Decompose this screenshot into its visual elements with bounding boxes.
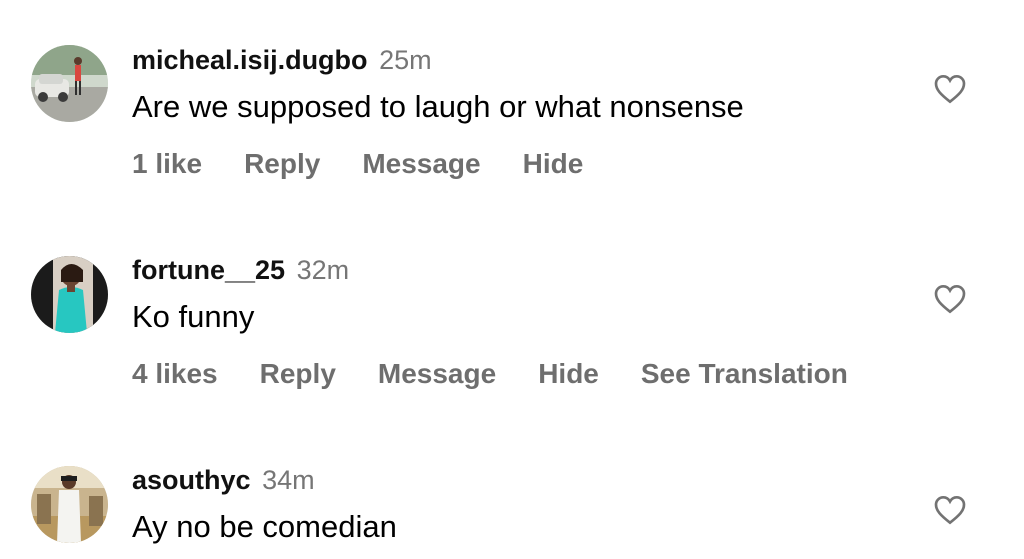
see-translation-button[interactable]: See Translation xyxy=(641,357,848,391)
hide-button[interactable]: Hide xyxy=(538,357,599,391)
comment-username[interactable]: asouthyc xyxy=(132,465,251,495)
comment-username[interactable]: fortune__25 xyxy=(132,255,285,285)
comment-text: Ay no be comedian xyxy=(132,509,397,544)
comment-time: 34m xyxy=(262,465,315,495)
message-button[interactable]: Message xyxy=(378,357,496,391)
avatar[interactable] xyxy=(31,256,108,333)
likes-count[interactable]: 4 likes xyxy=(132,357,218,391)
reply-button[interactable]: Reply xyxy=(260,357,336,391)
comment-time: 32m xyxy=(296,255,350,285)
comment-text: Ko funny xyxy=(132,299,255,334)
comment-actions: 4 likes Reply Message Hide See Translati… xyxy=(132,357,890,391)
comment-header: fortune__25 32m xyxy=(132,254,349,286)
heart-outline-icon[interactable] xyxy=(934,284,966,314)
avatar[interactable] xyxy=(31,466,108,543)
comment-item: asouthyc 34m Ay no be comedian xyxy=(0,0,1024,544)
heart-outline-icon[interactable] xyxy=(934,495,966,525)
comment-header: asouthyc 34m xyxy=(132,464,315,496)
